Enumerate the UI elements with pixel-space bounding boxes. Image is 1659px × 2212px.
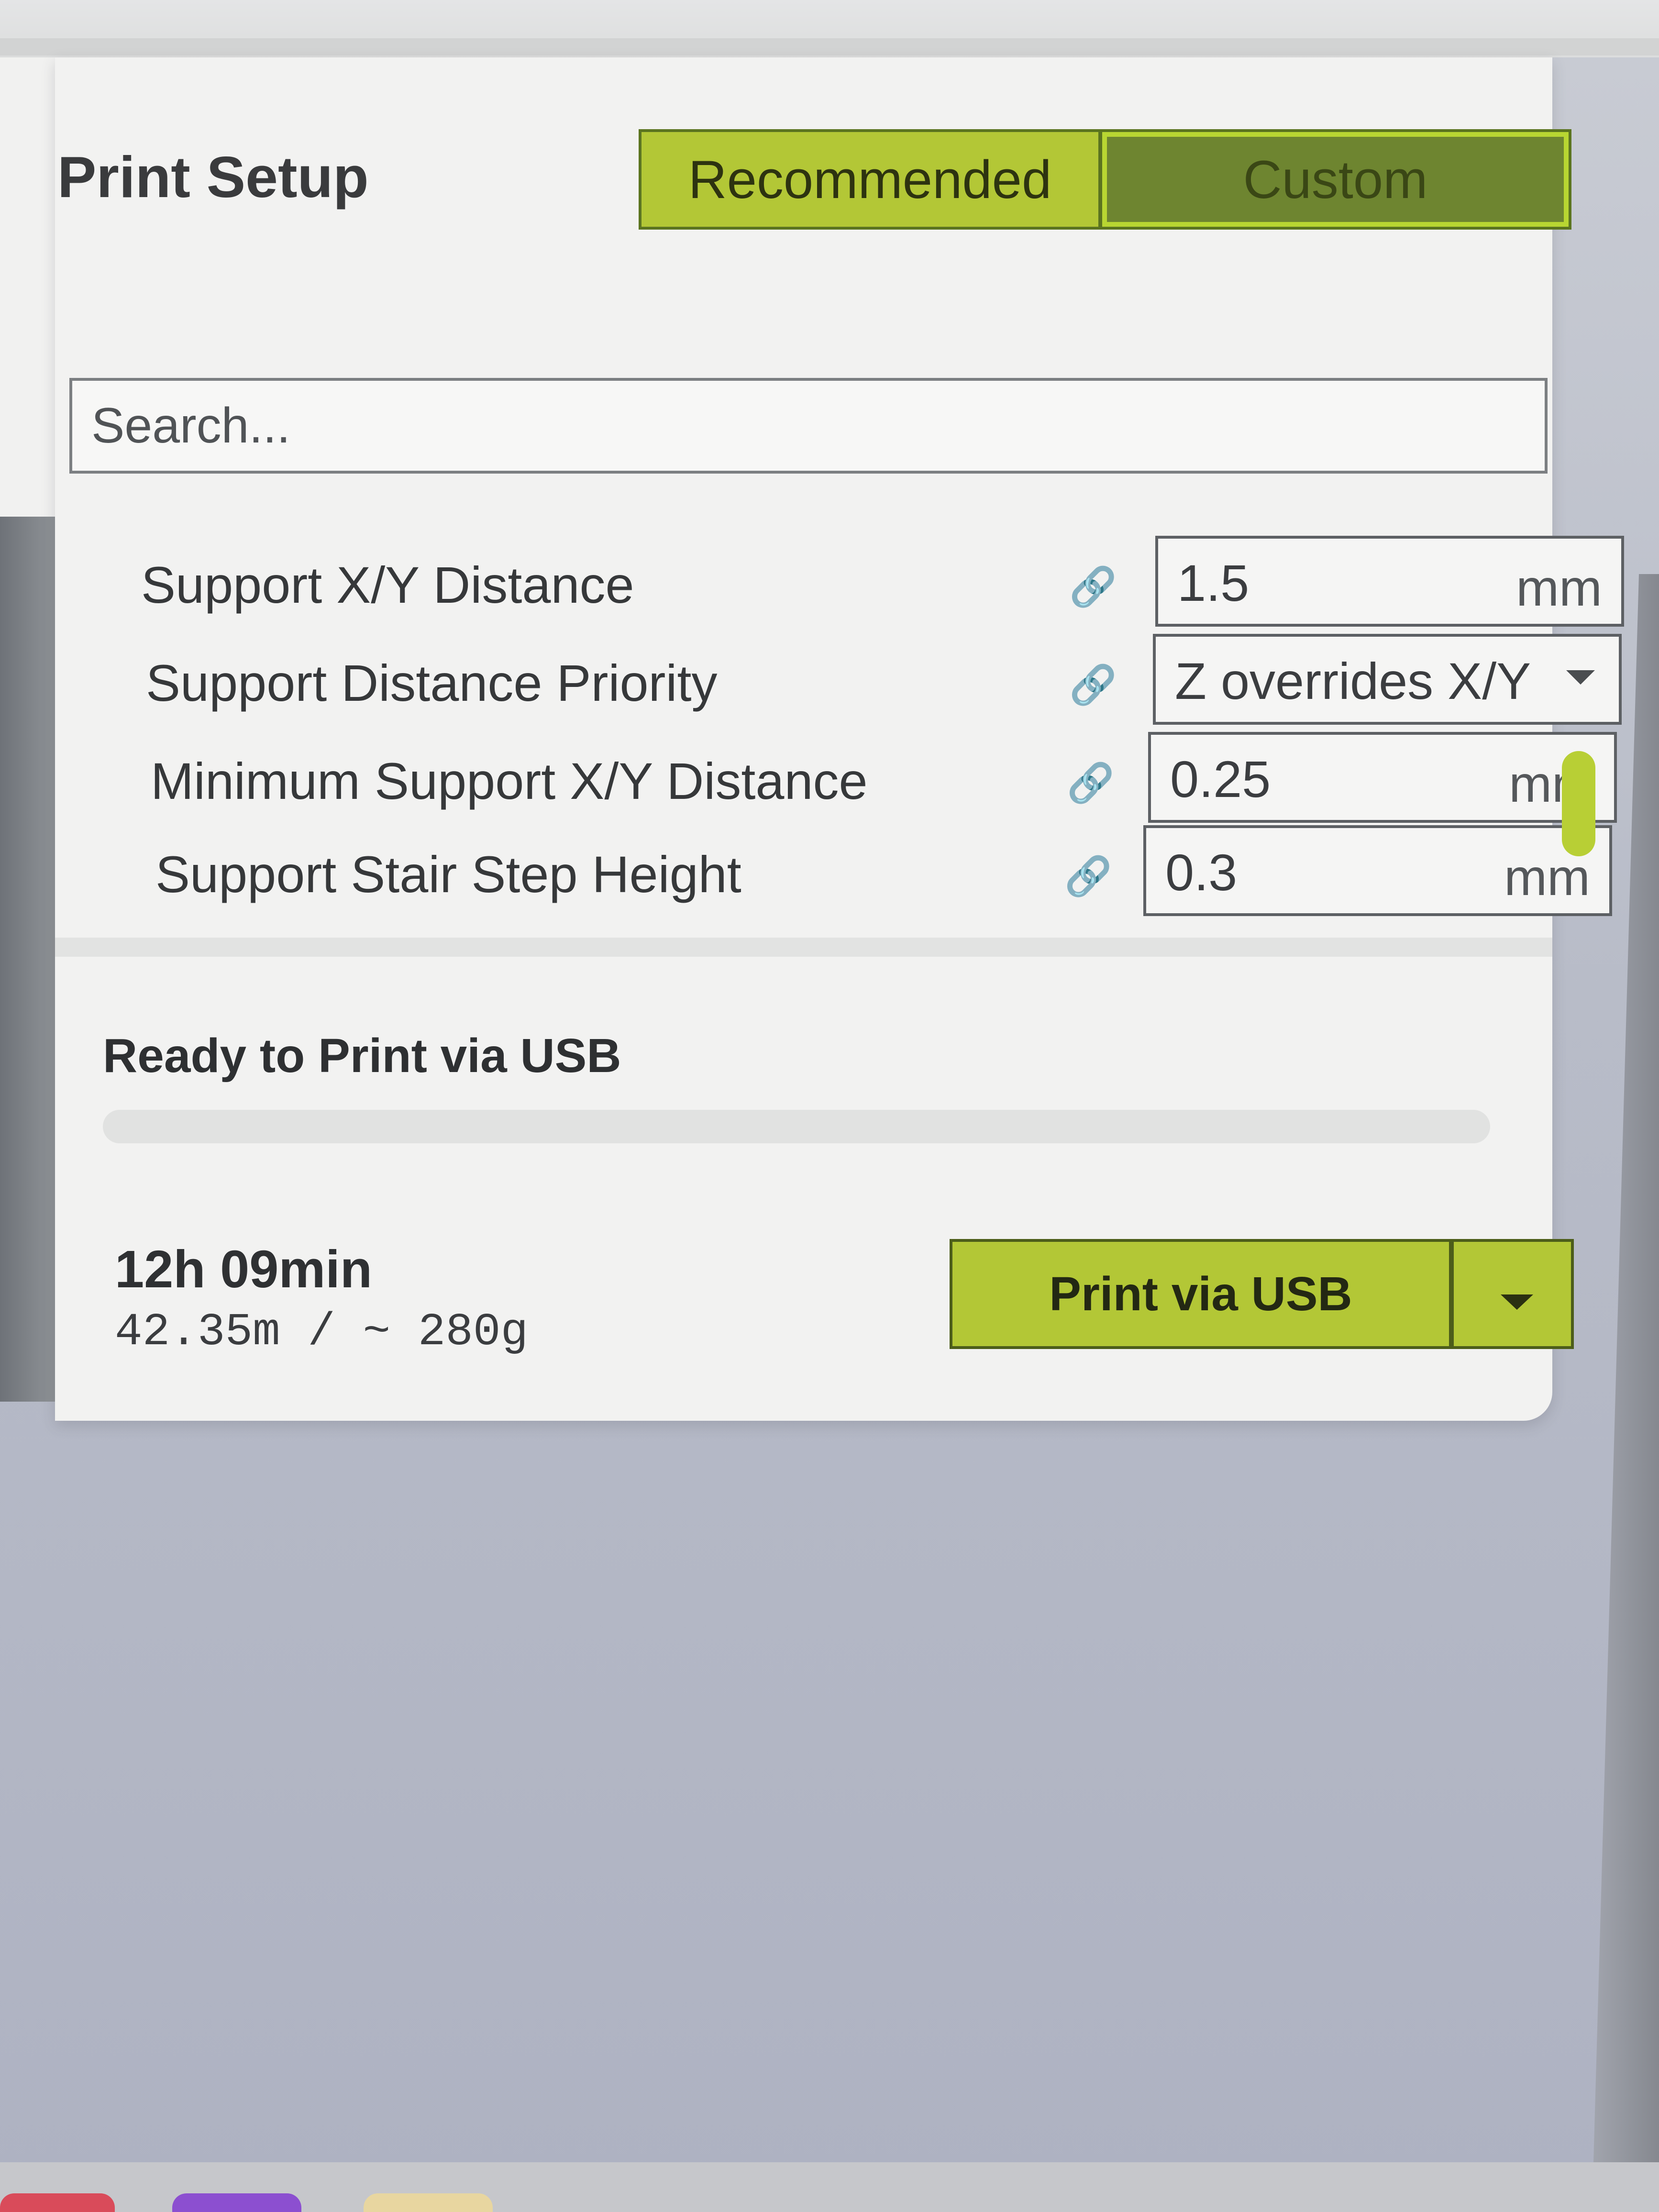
print-status-text: Ready to Print via USB [103, 1029, 621, 1083]
screen-top-band [0, 0, 1659, 57]
setting-label: Minimum Support X/Y Distance [151, 752, 868, 810]
field-unit: mm [1516, 559, 1602, 617]
field-value: 0.25 [1170, 750, 1271, 808]
print-time-estimate: 12h 09min [115, 1240, 373, 1299]
material-usage: 42.35m / ~ 280g [115, 1306, 529, 1358]
setting-row: Support Distance Priority 🔗 Z overrides … [146, 634, 1622, 734]
search-input[interactable]: Search... [69, 378, 1548, 474]
setting-label: Support X/Y Distance [141, 556, 634, 614]
support-stair-step-height-field[interactable]: 0.3 mm [1143, 825, 1612, 916]
link-icon[interactable]: 🔗 [1064, 854, 1112, 897]
chevron-down-icon [1566, 670, 1595, 685]
panel-left-edge [0, 57, 55, 517]
print-via-usb-button[interactable]: Print via USB [950, 1239, 1452, 1349]
minimum-support-xy-distance-field[interactable]: 0.25 mm [1148, 732, 1617, 823]
field-value: 0.3 [1165, 843, 1238, 901]
support-distance-priority-select[interactable]: Z overrides X/Y [1153, 634, 1622, 725]
setting-row: Minimum Support X/Y Distance 🔗 0.25 mm [151, 732, 1617, 832]
setting-row: Support Stair Step Height 🔗 0.3 mm [155, 825, 1612, 926]
field-value: 1.5 [1177, 554, 1250, 612]
tab-recommended[interactable]: Recommended [641, 132, 1102, 227]
support-xy-distance-field[interactable]: 1.5 mm [1155, 536, 1624, 627]
tab-custom[interactable]: Custom [1102, 132, 1569, 227]
mode-tabs: Recommended Custom [639, 129, 1571, 230]
link-icon[interactable]: 🔗 [1069, 564, 1117, 608]
setting-label: Support Distance Priority [146, 654, 718, 712]
link-icon[interactable]: 🔗 [1069, 663, 1117, 706]
taskbar-app-icon[interactable] [0, 2193, 115, 2212]
setting-row: Support X/Y Distance 🔗 1.5 mm [141, 536, 1624, 636]
chevron-down-icon [1501, 1294, 1533, 1310]
divider [55, 938, 1552, 957]
print-setup-panel: Print Setup Recommended Custom Search...… [55, 57, 1624, 1421]
taskbar-app-icon[interactable] [172, 2193, 301, 2212]
field-value: Z overrides X/Y [1175, 652, 1531, 710]
screen-left-edge [0, 517, 55, 1402]
settings-scrollbar[interactable] [1562, 751, 1595, 856]
page-title: Print Setup [57, 144, 369, 210]
taskbar-app-icon[interactable] [364, 2193, 493, 2212]
print-options-dropdown-button[interactable] [1452, 1239, 1574, 1349]
link-icon[interactable]: 🔗 [1067, 761, 1115, 804]
print-progress-bar [103, 1110, 1490, 1143]
divider [0, 38, 1659, 55]
setting-label: Support Stair Step Height [155, 845, 741, 903]
